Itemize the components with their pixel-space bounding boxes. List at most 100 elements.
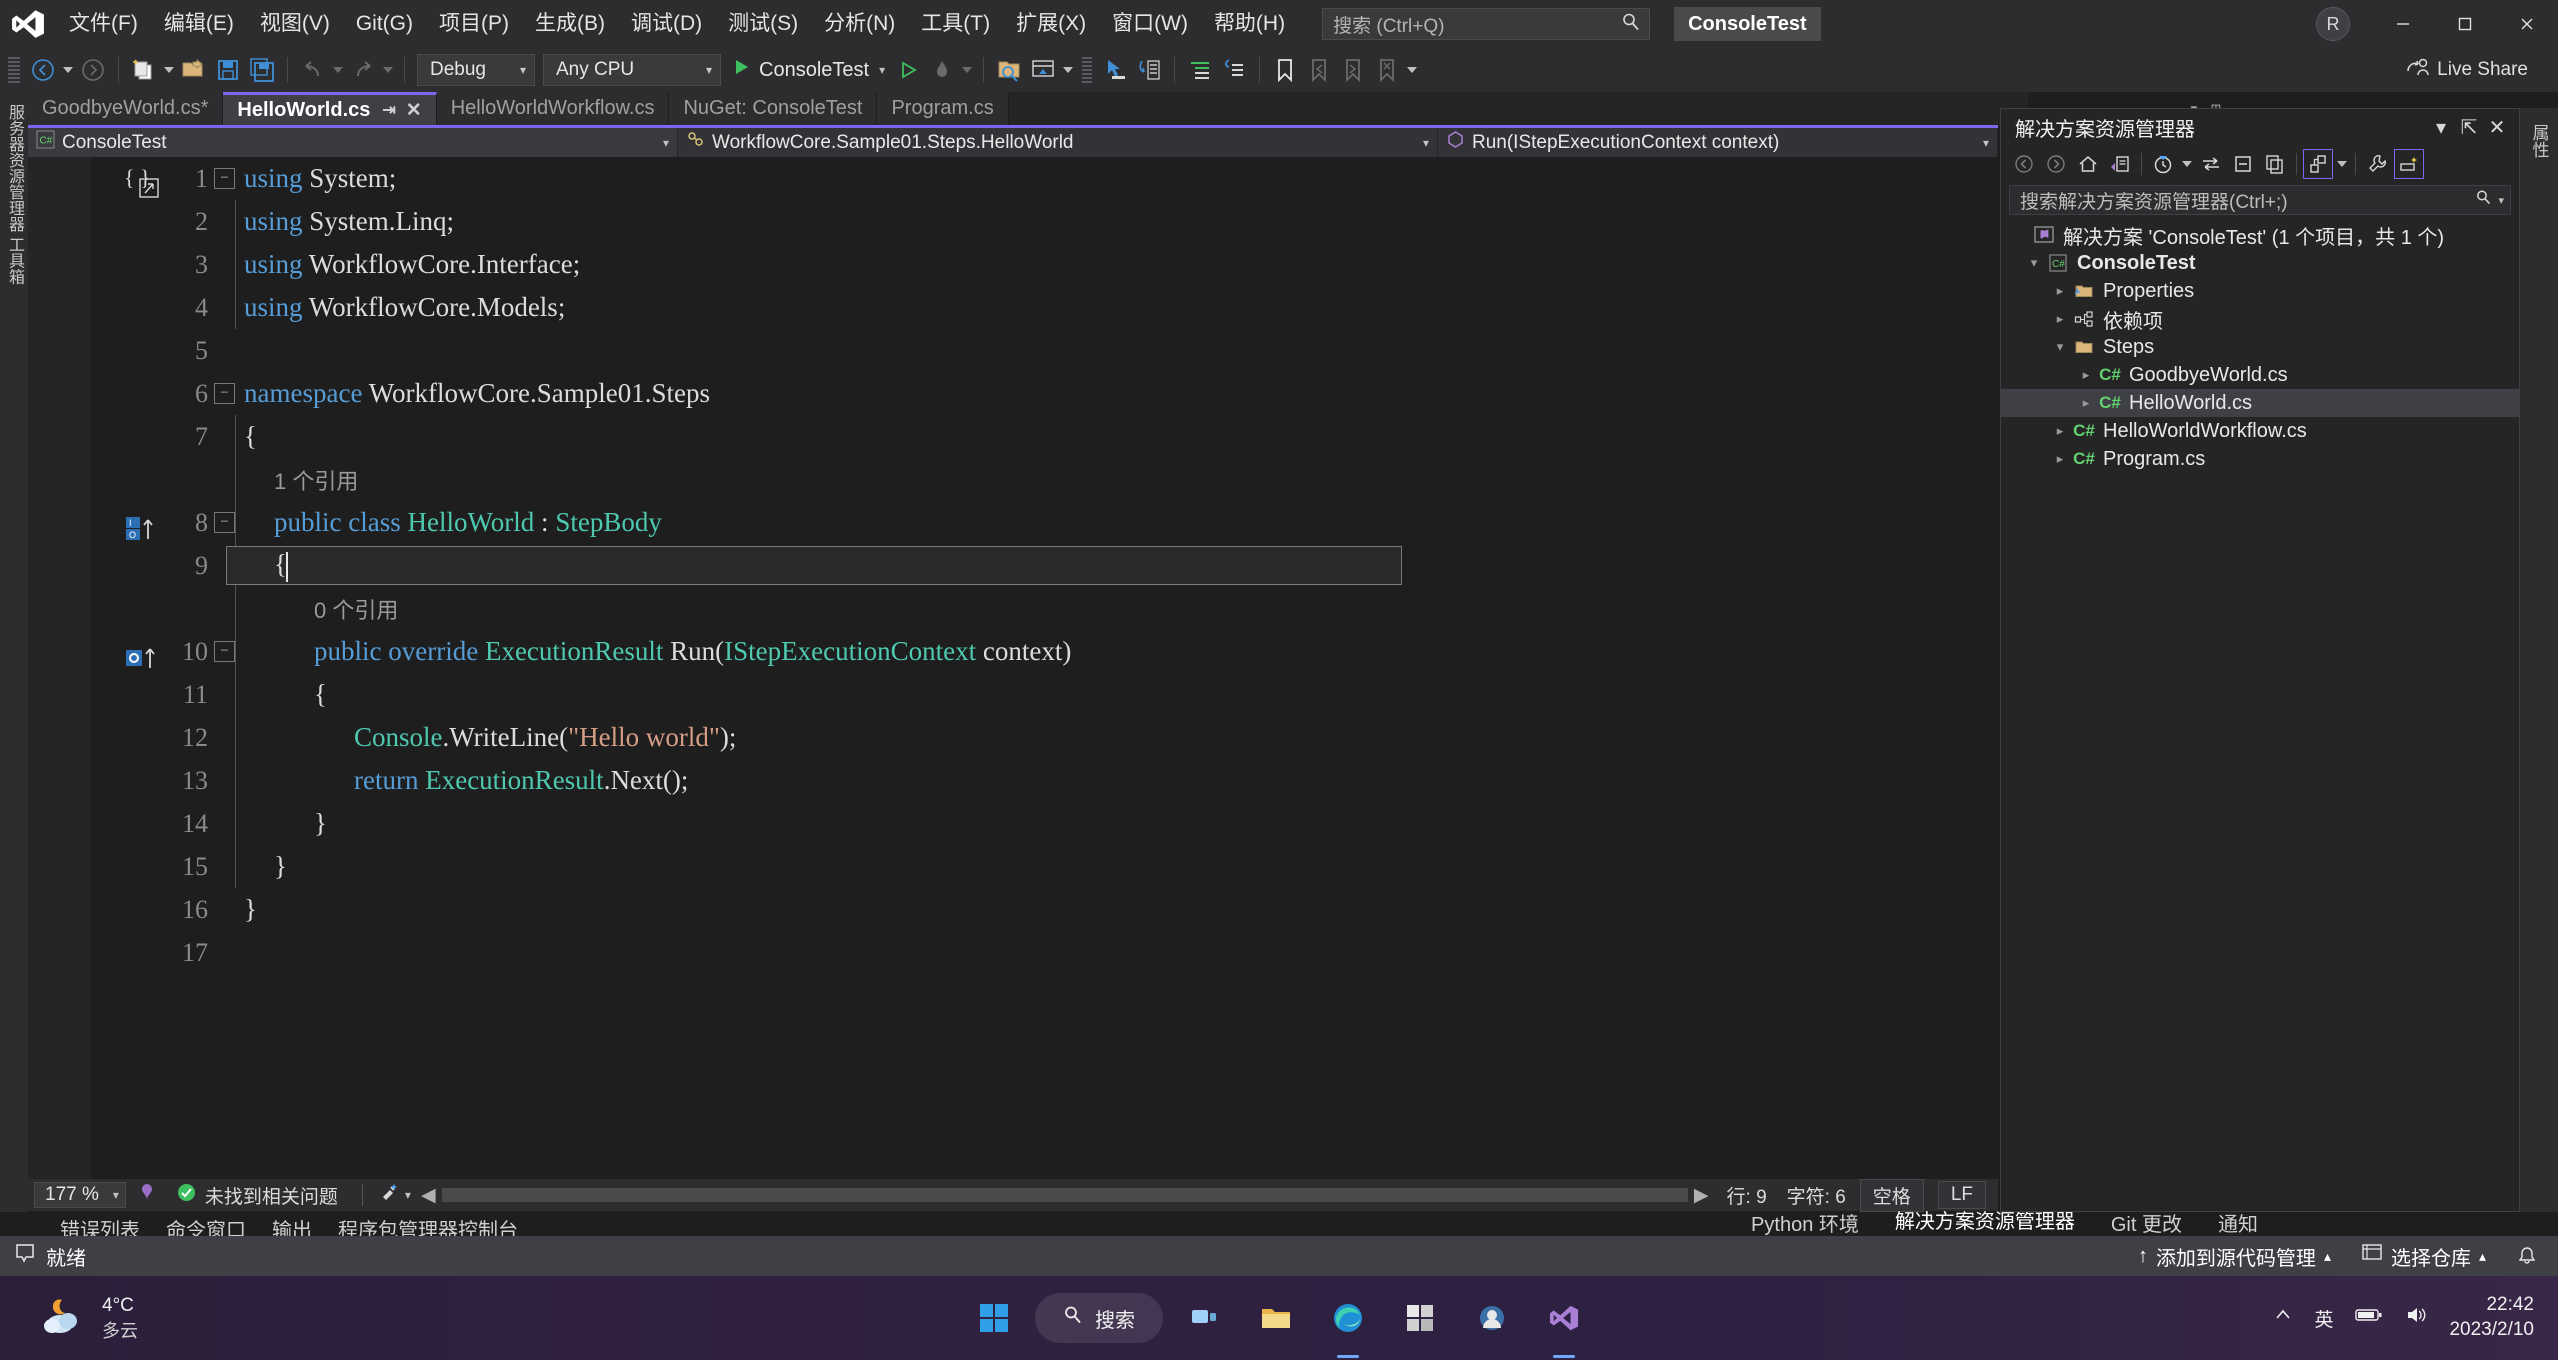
window-layout-caret[interactable] bbox=[1060, 53, 1076, 87]
chevron-down-icon[interactable]: ▾ bbox=[2498, 194, 2504, 207]
add-to-source-control-button[interactable]: ↑ 添加到源代码管理 ▴ bbox=[2138, 1242, 2331, 1271]
scroll-right-icon[interactable]: ▶ bbox=[1694, 1184, 1709, 1207]
tree-node-steps-folder[interactable]: ▾ Steps bbox=[2001, 333, 2519, 361]
arrow-back-icon[interactable] bbox=[26, 53, 60, 87]
menu-help[interactable]: 帮助(H) bbox=[1201, 0, 1298, 48]
pin-icon[interactable]: ⇥ bbox=[382, 100, 395, 120]
battery-icon[interactable] bbox=[2355, 1306, 2383, 1330]
microsoft-edge-icon[interactable] bbox=[1317, 1287, 1379, 1349]
menu-edit[interactable]: 编辑(E) bbox=[151, 0, 247, 48]
twisty-expanded-icon[interactable]: ▾ bbox=[2023, 255, 2045, 271]
chevron-down-icon[interactable]: ▾ bbox=[1405, 136, 1429, 150]
solution-platform-combo[interactable]: Any CPU ▾ bbox=[543, 54, 721, 86]
arrow-forward-icon[interactable] bbox=[76, 53, 110, 87]
code-line-15[interactable]: 15 } bbox=[28, 845, 1998, 888]
toolbar-grip[interactable] bbox=[8, 57, 20, 83]
sync-icon[interactable] bbox=[2196, 149, 2226, 179]
menu-debug[interactable]: 调试(D) bbox=[618, 0, 715, 48]
codelens-class-references[interactable]: 1 个引用 bbox=[274, 464, 358, 496]
tree-node-consoletest-project[interactable]: ▾ C# ConsoleTest bbox=[2001, 249, 2519, 277]
code-line-12[interactable]: 12 Console.WriteLine("Hello world"); bbox=[28, 716, 1998, 759]
redo-icon[interactable] bbox=[346, 53, 380, 87]
uncomment-lines-icon[interactable] bbox=[1217, 53, 1251, 87]
code-line-1[interactable]: 1 − using System; bbox=[28, 157, 1998, 200]
back-icon[interactable] bbox=[2009, 149, 2039, 179]
step-into-icon[interactable] bbox=[1132, 53, 1166, 87]
tree-node-solution[interactable]: 解决方案 'ConsoleTest' (1 个项目，共 1 个) bbox=[2001, 221, 2519, 249]
breadcrumb-type[interactable]: WorkflowCore.Sample01.Steps.HelloWorld ▾ bbox=[678, 128, 1438, 157]
code-line-11[interactable]: 11 { bbox=[28, 673, 1998, 716]
window-maximize-button[interactable] bbox=[2434, 0, 2496, 48]
codelens-method-row[interactable]: 0 个引用 bbox=[28, 587, 1998, 630]
tab-nuget-consoletest[interactable]: NuGet: ConsoleTest bbox=[669, 92, 878, 125]
tree-node-helloworldworkflow-cs[interactable]: ▸ C# HelloWorldWorkflow.cs bbox=[2001, 417, 2519, 445]
hot-reload-icon[interactable] bbox=[925, 53, 959, 87]
save-all-icon[interactable] bbox=[245, 53, 279, 87]
hot-reload-caret[interactable] bbox=[959, 53, 975, 87]
method-override-glyph-icon[interactable] bbox=[125, 644, 165, 677]
editor-horizontal-scrollbar[interactable]: ◀ ▶ bbox=[420, 1184, 1709, 1207]
undo-caret[interactable] bbox=[330, 53, 346, 87]
solution-view-caret[interactable] bbox=[2335, 147, 2349, 181]
toolbar-grip-2[interactable] bbox=[1082, 57, 1093, 83]
codelens-class-row[interactable]: 1 个引用 bbox=[28, 458, 1998, 501]
menu-view[interactable]: 视图(V) bbox=[247, 0, 343, 48]
pointer-icon[interactable] bbox=[1098, 53, 1132, 87]
code-line-14[interactable]: 14 } bbox=[28, 802, 1998, 845]
tab-helloworld[interactable]: HelloWorld.cs ⇥ ✕ bbox=[223, 92, 437, 125]
bookmark-clear-icon[interactable] bbox=[1370, 53, 1404, 87]
right-tool-rail[interactable]: 属性 bbox=[2520, 108, 2558, 1212]
chevron-down-icon[interactable]: ▾ bbox=[1965, 136, 1989, 150]
file-explorer-icon[interactable] bbox=[1245, 1287, 1307, 1349]
close-icon[interactable]: ✕ bbox=[406, 99, 422, 122]
menu-extensions[interactable]: 扩展(X) bbox=[1003, 0, 1099, 48]
pending-changes-icon[interactable] bbox=[2105, 149, 2135, 179]
bookmark-next-icon[interactable] bbox=[1336, 53, 1370, 87]
task-view-icon[interactable] bbox=[1173, 1287, 1235, 1349]
code-line-4[interactable]: 4 using WorkflowCore.Models; bbox=[28, 286, 1998, 329]
ink-annotation-icon[interactable] bbox=[136, 1181, 158, 1209]
dock-tab-python-environments[interactable]: Python 环境 bbox=[1751, 1208, 1859, 1237]
back-history-caret[interactable] bbox=[60, 53, 76, 87]
fold-toggle-icon[interactable]: − bbox=[214, 512, 235, 533]
fold-toggle-icon[interactable]: − bbox=[214, 168, 235, 189]
left-tool-rail[interactable]: 服务器资源管理器 工具箱 bbox=[0, 92, 28, 1212]
window-close-button[interactable] bbox=[2496, 0, 2558, 48]
code-line-7[interactable]: 7 { bbox=[28, 415, 1998, 458]
windows-start-icon[interactable] bbox=[963, 1287, 1025, 1349]
menu-test[interactable]: 测试(S) bbox=[715, 0, 811, 48]
code-line-17[interactable]: 17 bbox=[28, 931, 1998, 974]
breadcrumb-project[interactable]: C# ConsoleTest ▾ bbox=[28, 128, 678, 157]
solution-configuration-combo[interactable]: Debug ▾ bbox=[417, 54, 535, 86]
comment-lines-icon[interactable] bbox=[1183, 53, 1217, 87]
menu-build[interactable]: 生成(B) bbox=[522, 0, 618, 48]
window-layout-icon[interactable] bbox=[1026, 53, 1060, 87]
menu-tools[interactable]: 工具(T) bbox=[908, 0, 1003, 48]
play-outline-icon[interactable] bbox=[891, 53, 925, 87]
twisty-collapsed-icon[interactable]: ▸ bbox=[2049, 283, 2071, 299]
class-inheritance-glyph-icon[interactable]: I O bbox=[125, 515, 165, 548]
home-icon[interactable] bbox=[2073, 149, 2103, 179]
scroll-left-icon[interactable]: ◀ bbox=[421, 1184, 436, 1207]
code-line-2[interactable]: 2 using System.Linq; bbox=[28, 200, 1998, 243]
code-line-10[interactable]: 10 − public override ExecutionResult Run… bbox=[28, 630, 1998, 673]
code-line-16[interactable]: 16 } bbox=[28, 888, 1998, 931]
tab-helloworldworkflow[interactable]: HelloWorldWorkflow.cs bbox=[436, 92, 670, 125]
select-repository-button[interactable]: 选择仓库 ▴ bbox=[2361, 1242, 2486, 1271]
tree-node-program-cs[interactable]: ▸ C# Program.cs bbox=[2001, 445, 2519, 473]
new-project-caret[interactable] bbox=[161, 53, 177, 87]
menu-project[interactable]: 项目(P) bbox=[426, 0, 522, 48]
twisty-collapsed-icon[interactable]: ▸ bbox=[2049, 311, 2071, 327]
taskbar-search-box[interactable]: 搜索 bbox=[1035, 1293, 1163, 1343]
collapse-all-icon[interactable] bbox=[2228, 149, 2258, 179]
forward-icon[interactable] bbox=[2041, 149, 2071, 179]
pin-icon[interactable]: ⇱ bbox=[2455, 113, 2483, 141]
weather-widget[interactable]: 4°C 多云 bbox=[38, 1293, 138, 1343]
account-avatar[interactable]: R bbox=[2316, 7, 2350, 41]
menu-analyze[interactable]: 分析(N) bbox=[811, 0, 908, 48]
menu-window[interactable]: 窗口(W) bbox=[1099, 0, 1201, 48]
bookmark-icon[interactable] bbox=[1268, 53, 1302, 87]
code-lines[interactable]: 1 − using System; 2 using System.Linq; 3… bbox=[28, 157, 1998, 1179]
undo-icon[interactable] bbox=[296, 53, 330, 87]
history-icon[interactable] bbox=[2148, 149, 2178, 179]
